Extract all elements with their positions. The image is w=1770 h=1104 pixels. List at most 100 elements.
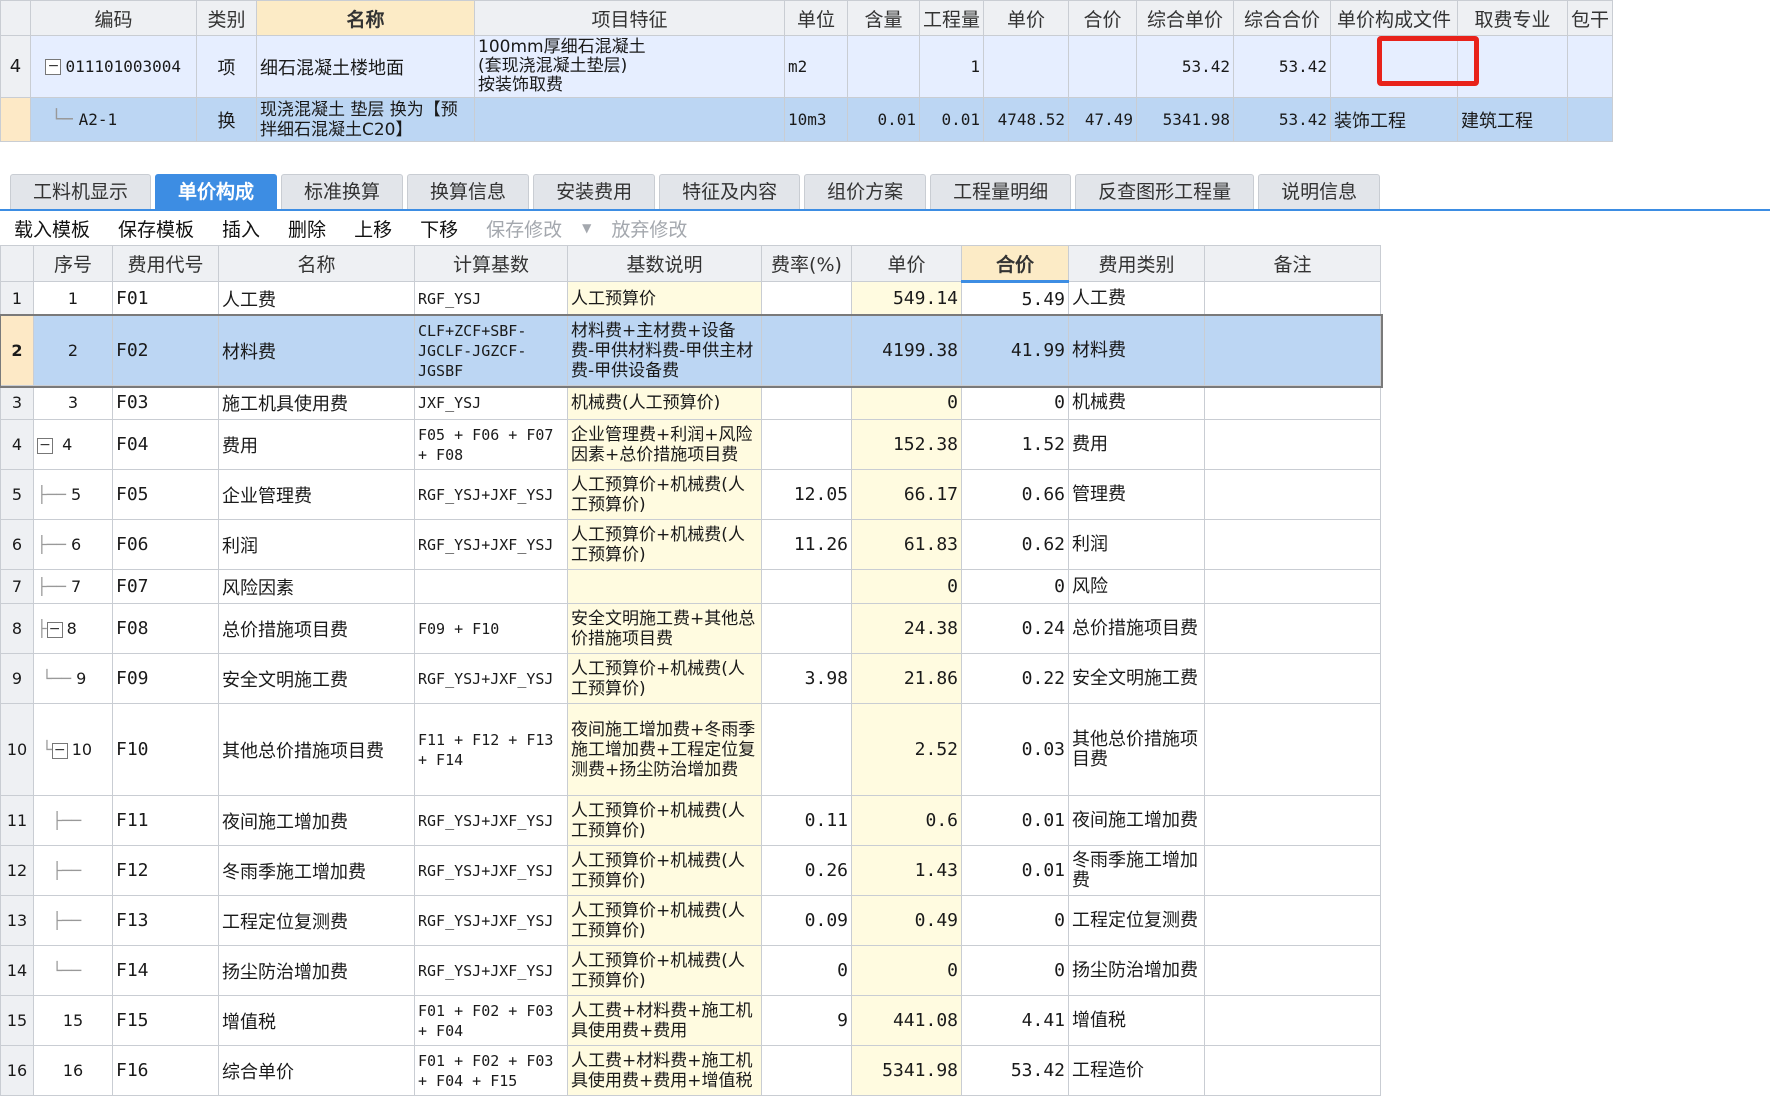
header-price[interactable]: 单价 (983, 0, 1070, 36)
seq-cell[interactable]: 2 (33, 315, 113, 386)
row-number[interactable]: 2 (0, 315, 34, 386)
fee-category-cell[interactable]: 人工费 (1068, 281, 1205, 316)
row-number[interactable]: 10 (0, 703, 34, 796)
calc-base-cell[interactable]: RGF_YSJ+JXF_YSJ (414, 795, 568, 846)
fee-code-cell[interactable]: F08 (112, 603, 219, 654)
rate-cell[interactable] (761, 281, 852, 316)
row-number[interactable]: 15 (0, 995, 34, 1046)
table-row[interactable]: 10 └ −10 F10 其他总价措施项目费 F11 + F12 + F13 + F14… (0, 703, 1381, 796)
row-number[interactable]: 9 (0, 653, 34, 704)
fee-category-cell[interactable]: 扬尘防治增加费 (1068, 945, 1205, 996)
unit-price-cell[interactable]: 0 (851, 945, 962, 996)
calc-base-cell[interactable]: RGF_YSJ+JXF_YSJ (414, 845, 568, 896)
price-cell[interactable] (983, 35, 1070, 98)
remark-cell[interactable] (1204, 945, 1381, 996)
header-name[interactable]: 名称 (256, 0, 475, 36)
table-row[interactable]: 12 ├── F12 冬雨季施工增加费 RGF_YSJ+JXF_YSJ 人工预算价+机械… (0, 845, 1381, 896)
base-desc-cell[interactable]: 人工预算价 (567, 281, 762, 316)
comp-price-cell[interactable]: 53.42 (1136, 35, 1235, 98)
unit-price-cell[interactable]: 4199.38 (851, 315, 962, 386)
fee-code-cell[interactable]: F05 (112, 469, 219, 520)
tab-description[interactable]: 说明信息 (1258, 174, 1381, 210)
quantity-cell[interactable]: 1 (918, 35, 985, 98)
header-fee-category[interactable]: 费用类别 (1068, 245, 1205, 282)
remark-cell[interactable] (1204, 385, 1381, 420)
fee-name-cell[interactable]: 扬尘防治增加费 (218, 945, 415, 996)
fee-category-cell[interactable]: 风险 (1068, 569, 1205, 604)
seq-cell[interactable]: ├── (33, 845, 113, 896)
discard-changes-button[interactable]: 放弃修改 (597, 215, 701, 242)
unit-cell[interactable]: 10m3 (784, 97, 848, 142)
calc-base-cell[interactable]: RGF_YSJ+JXF_YSJ (414, 469, 568, 520)
fee-name-cell[interactable]: 总价措施项目费 (218, 603, 415, 654)
unit-price-cell[interactable]: 5341.98 (851, 1045, 962, 1096)
table-row[interactable]: 5 ├── 5 F05 企业管理费 RGF_YSJ+JXF_YSJ 人工预算价+机械费(人… (0, 469, 1381, 520)
calc-base-cell[interactable]: RGF_YSJ+JXF_YSJ (414, 895, 568, 946)
remark-cell[interactable] (1204, 845, 1381, 896)
rate-cell[interactable] (761, 385, 852, 420)
header-fee-name[interactable]: 名称 (218, 245, 415, 282)
row-number[interactable]: 12 (0, 845, 34, 896)
fee-category-cell[interactable]: 机械费 (1068, 385, 1205, 420)
unit-price-cell[interactable]: 66.17 (851, 469, 962, 520)
fee-code-cell[interactable]: F14 (112, 945, 219, 996)
total-cell[interactable] (1068, 35, 1138, 98)
comp-price-cell[interactable]: 5341.98 (1136, 97, 1235, 142)
header-unit[interactable]: 单位 (784, 0, 848, 36)
feature-cell[interactable]: 100mm厚细石混凝土 (套现浇混凝土垫层) 按装饰取费 (474, 35, 785, 98)
fee-category-cell[interactable]: 费用 (1068, 419, 1205, 470)
calc-base-cell[interactable]: RGF_YSJ+JXF_YSJ (414, 945, 568, 996)
seq-cell[interactable]: ├── (33, 895, 113, 946)
header-code[interactable]: 编码 (30, 0, 197, 36)
collapse-icon[interactable]: − (46, 621, 63, 638)
line-total-cell[interactable]: 0.24 (961, 603, 1069, 654)
header-package[interactable]: 包干 (1567, 0, 1614, 36)
total-cell[interactable]: 47.49 (1068, 97, 1138, 142)
move-up-button[interactable]: 上移 (340, 215, 406, 242)
base-desc-cell[interactable]: 人工预算价+机械费(人工预算价) (567, 519, 762, 570)
tab-resources[interactable]: 工料机显示 (10, 174, 152, 210)
calc-base-cell[interactable]: CLF+ZCF+SBF-JGCLF-JGZCF-JGSBF (414, 315, 568, 386)
remark-cell[interactable] (1204, 653, 1381, 704)
header-type[interactable]: 类别 (196, 0, 257, 36)
seq-cell[interactable]: ├── 5 (33, 469, 113, 520)
table-row[interactable]: 1 1 F01 人工费 RGF_YSJ 人工预算价 549.14 5.49 人工费 (0, 281, 1381, 316)
fee-code-cell[interactable]: F10 (112, 703, 219, 796)
row-number[interactable]: 16 (0, 1045, 34, 1096)
package-cell[interactable] (1567, 97, 1614, 142)
table-row[interactable]: 11 ├── F11 夜间施工增加费 RGF_YSJ+JXF_YSJ 人工预算价+机械费… (0, 795, 1381, 846)
save-changes-button[interactable]: 保存修改 (472, 215, 576, 242)
remark-cell[interactable] (1204, 603, 1381, 654)
row-number[interactable]: 13 (0, 895, 34, 946)
fee-code-cell[interactable]: F12 (112, 845, 219, 896)
remark-cell[interactable] (1204, 469, 1381, 520)
remark-cell[interactable] (1204, 281, 1381, 316)
unit-price-cell[interactable]: 0 (851, 569, 962, 604)
seq-cell[interactable]: └ −10 (33, 703, 113, 796)
row-number[interactable]: 8 (0, 603, 34, 654)
remark-cell[interactable] (1204, 795, 1381, 846)
base-desc-cell[interactable]: 人工预算价+机械费(人工预算价) (567, 895, 762, 946)
line-total-cell[interactable]: 0.01 (961, 795, 1069, 846)
comp-total-cell[interactable]: 53.42 (1233, 97, 1332, 142)
line-total-cell[interactable]: 0 (961, 945, 1069, 996)
fee-name-cell[interactable]: 增值税 (218, 995, 415, 1046)
unit-cell[interactable]: m2 (784, 35, 848, 98)
line-total-cell[interactable]: 53.42 (961, 1045, 1069, 1096)
rate-cell[interactable] (761, 703, 852, 796)
calc-base-cell[interactable]: F01 + F02 + F03 + F04 + F15 (414, 1045, 568, 1096)
row-number[interactable]: 11 (0, 795, 34, 846)
fee-name-cell[interactable]: 材料费 (218, 315, 415, 386)
fee-name-cell[interactable]: 安全文明施工费 (218, 653, 415, 704)
remark-cell[interactable] (1204, 895, 1381, 946)
header-fee-spec[interactable]: 取费专业 (1457, 0, 1569, 36)
base-desc-cell[interactable]: 人工费+材料费+施工机具使用费+费用+增值税 (567, 1045, 762, 1096)
fee-name-cell[interactable]: 工程定位复测费 (218, 895, 415, 946)
base-desc-cell[interactable]: 人工预算价+机械费(人工预算价) (567, 845, 762, 896)
price-file-cell[interactable]: 装饰工程 (1330, 97, 1459, 142)
comp-total-cell[interactable]: 53.42 (1233, 35, 1332, 98)
fee-name-cell[interactable]: 费用 (218, 419, 415, 470)
calc-base-cell[interactable]: F09 + F10 (414, 603, 568, 654)
remark-cell[interactable] (1204, 703, 1381, 796)
fee-category-cell[interactable]: 夜间施工增加费 (1068, 795, 1205, 846)
